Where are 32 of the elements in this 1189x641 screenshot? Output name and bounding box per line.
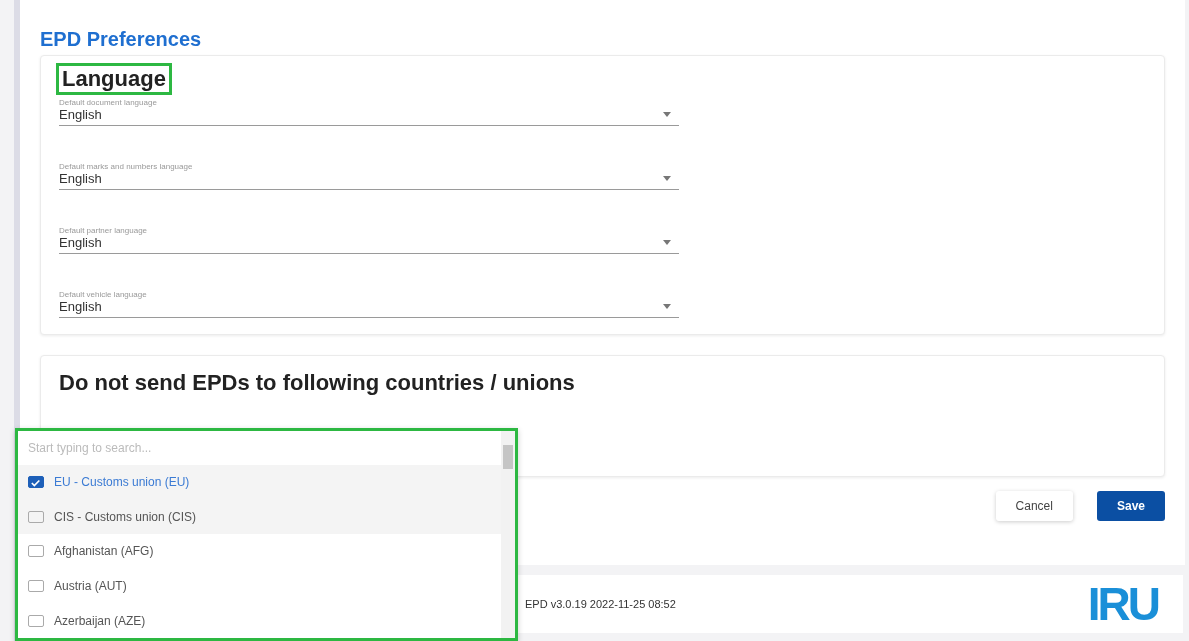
page-title: EPD Preferences: [40, 28, 202, 51]
language-select[interactable]: Default vehicle language English: [59, 290, 679, 318]
version-text: EPD v3.0.19 2022-11-25 08:52: [525, 598, 676, 610]
caret-icon: [663, 304, 671, 309]
caret-icon: [663, 240, 671, 245]
option-label: Azerbaijan (AZE): [54, 613, 146, 628]
caret-icon: [663, 112, 671, 117]
option-label: EU - Customs union (EU): [54, 475, 190, 490]
caret-icon: [663, 176, 671, 181]
option-label: Afghanistan (AFG): [54, 544, 154, 559]
option-label: CIS - Customs union (CIS): [54, 509, 197, 524]
country-option[interactable]: CIS - Customs union (CIS): [18, 499, 501, 535]
country-option[interactable]: Afghanistan (AFG): [18, 534, 501, 569]
checkbox[interactable]: [28, 510, 44, 523]
language-select[interactable]: Default partner language English: [59, 226, 679, 254]
logo: IRU: [1087, 581, 1158, 627]
country-option[interactable]: Azerbaijan (AZE): [18, 603, 501, 638]
scrollbar[interactable]: [501, 431, 515, 638]
checkbox[interactable]: [28, 545, 44, 558]
checkbox[interactable]: [28, 476, 44, 489]
country-option[interactable]: EU - Customs union (EU): [18, 464, 501, 500]
section-title: Do not send EPDs to following countries / unions: [59, 370, 575, 396]
section-title: Language: [59, 66, 169, 92]
search-field[interactable]: Start typing to search...: [18, 431, 501, 465]
cancel-button[interactable]: Cancel: [995, 491, 1073, 521]
country-option[interactable]: Austria (AUT): [18, 568, 501, 604]
save-button[interactable]: Save: [1096, 491, 1165, 521]
checkbox[interactable]: [28, 614, 44, 627]
language-select[interactable]: Default document language English: [59, 98, 679, 126]
language-select[interactable]: Default marks and numbers language English: [59, 162, 679, 190]
option-label: Austria (AUT): [54, 579, 127, 594]
checkbox[interactable]: [28, 580, 44, 593]
